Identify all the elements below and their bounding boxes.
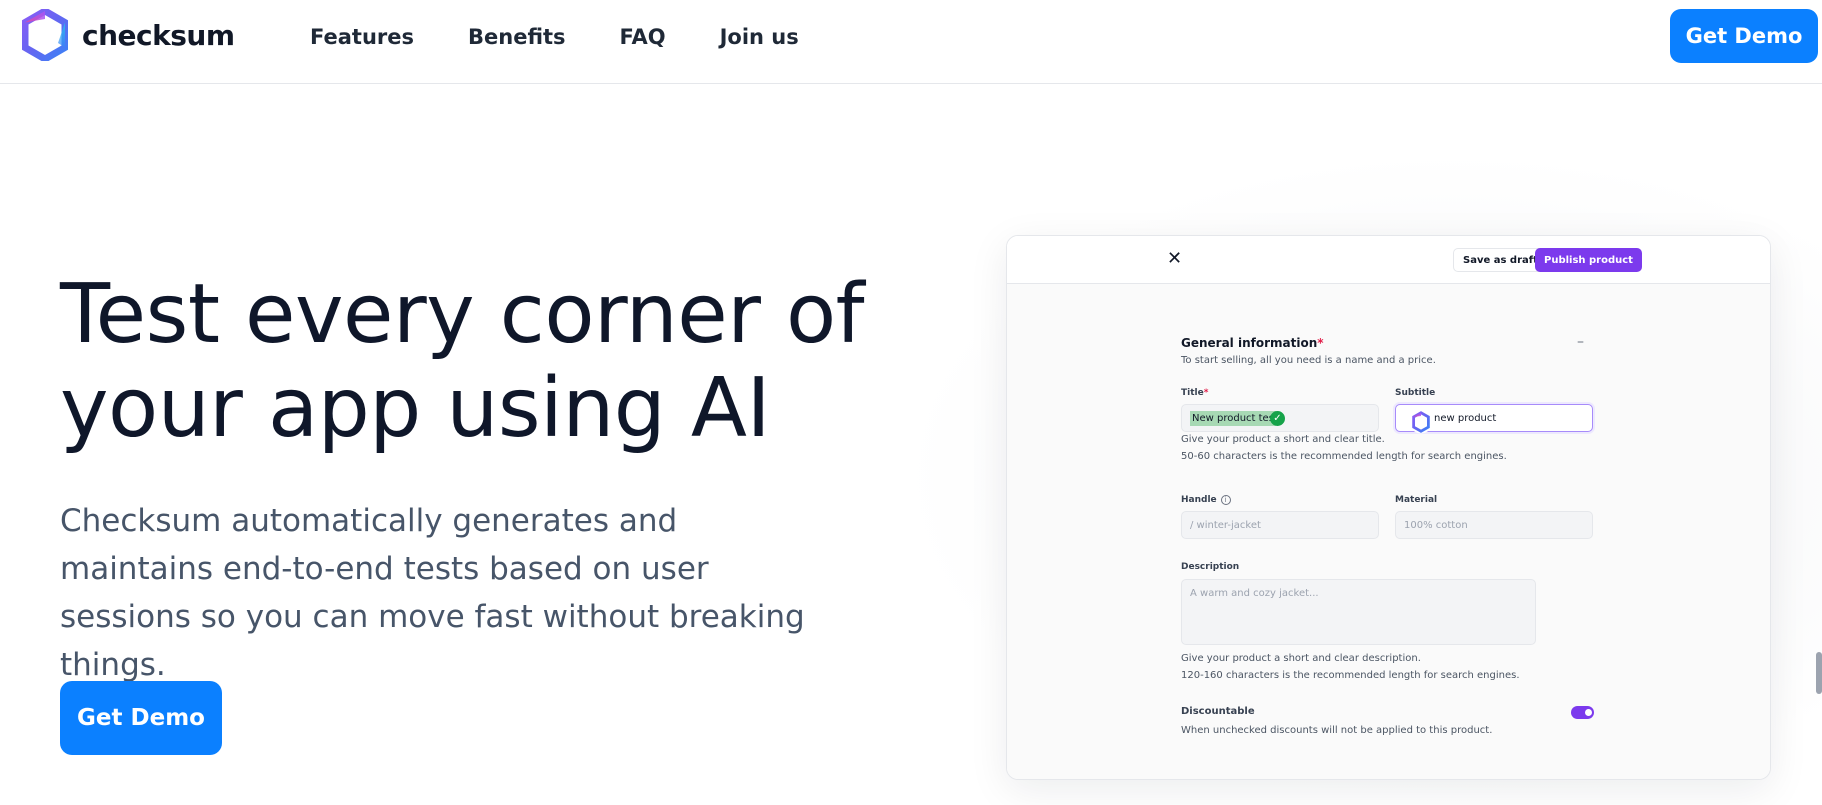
subtitle-label: Subtitle: [1395, 388, 1436, 398]
handle-input[interactable]: / winter-jacket: [1181, 511, 1379, 539]
brand-logo[interactable]: checksum: [22, 9, 235, 61]
subtitle-input-value: new product: [1434, 412, 1497, 424]
discountable-toggle[interactable]: [1571, 706, 1594, 719]
hero-get-demo-button[interactable]: Get Demo: [60, 681, 222, 755]
product-form-mockup: ✕ Save as draft Publish product General …: [1006, 235, 1771, 780]
material-placeholder: 100% cotton: [1404, 519, 1468, 531]
title-input-value: New product tes: [1190, 410, 1276, 426]
description-hint-line-2: 120-160 characters is the recommended le…: [1181, 670, 1520, 681]
hero-title: Test every corner of your app using AI: [60, 268, 920, 456]
title-required-mark: *: [1203, 388, 1209, 398]
save-as-draft-button[interactable]: Save as draft: [1453, 248, 1548, 272]
title-hint-line-2: 50-60 characters is the recommended leng…: [1181, 451, 1507, 462]
check-circle-icon: ✓: [1269, 410, 1285, 426]
hero-title-line-2: your app using AI: [60, 361, 771, 456]
mock-form-body: General information* – To start selling,…: [1007, 284, 1770, 779]
discountable-description: When unchecked discounts will not be app…: [1181, 725, 1493, 736]
handle-label: Handle i: [1181, 495, 1231, 505]
title-hint: Give your product a short and clear titl…: [1181, 431, 1507, 465]
required-mark: *: [1317, 336, 1324, 350]
nav-link-benefits[interactable]: Benefits: [468, 22, 566, 52]
hero-title-line-1: Test every corner of: [60, 267, 865, 362]
title-label: Title*: [1181, 388, 1208, 398]
nav-link-features[interactable]: Features: [310, 22, 414, 52]
description-textarea[interactable]: A warm and cozy jacket...: [1181, 579, 1536, 645]
discountable-label: Discountable: [1181, 706, 1255, 717]
nav-link-faq[interactable]: FAQ: [620, 22, 666, 52]
mock-toolbar: ✕ Save as draft Publish product: [1007, 236, 1770, 284]
title-input[interactable]: New product tes ✓: [1181, 404, 1379, 432]
material-input[interactable]: 100% cotton: [1395, 511, 1593, 539]
description-label: Description: [1181, 562, 1240, 572]
info-icon[interactable]: i: [1220, 495, 1231, 505]
page-scrollbar-thumb[interactable]: [1816, 652, 1822, 694]
material-label: Material: [1395, 495, 1438, 505]
section-description: To start selling, all you need is a name…: [1181, 355, 1436, 366]
general-information-heading: General information*: [1181, 336, 1324, 350]
site-header: checksum Features Benefits FAQ Join us G…: [0, 0, 1822, 84]
close-icon[interactable]: ✕: [1167, 250, 1182, 268]
description-hint-line-1: Give your product a short and clear desc…: [1181, 653, 1421, 664]
main-nav: Features Benefits FAQ Join us: [310, 22, 853, 52]
handle-label-text: Handle: [1181, 495, 1217, 505]
hero-subtitle: Checksum automatically generates and mai…: [60, 503, 805, 683]
nav-link-join-us[interactable]: Join us: [720, 22, 799, 52]
handle-placeholder: / winter-jacket: [1190, 519, 1261, 531]
title-hint-line-1: Give your product a short and clear titl…: [1181, 434, 1385, 445]
collapse-icon[interactable]: –: [1577, 334, 1584, 350]
section-title-text: General information: [1181, 336, 1318, 350]
description-hint: Give your product a short and clear desc…: [1181, 650, 1520, 684]
brand-name: checksum: [82, 18, 235, 52]
checksum-logo-icon: [22, 9, 68, 61]
title-label-text: Title: [1181, 388, 1204, 398]
publish-product-button[interactable]: Publish product: [1535, 248, 1642, 272]
header-get-demo-button[interactable]: Get Demo: [1670, 9, 1818, 63]
description-placeholder: A warm and cozy jacket...: [1190, 588, 1319, 599]
